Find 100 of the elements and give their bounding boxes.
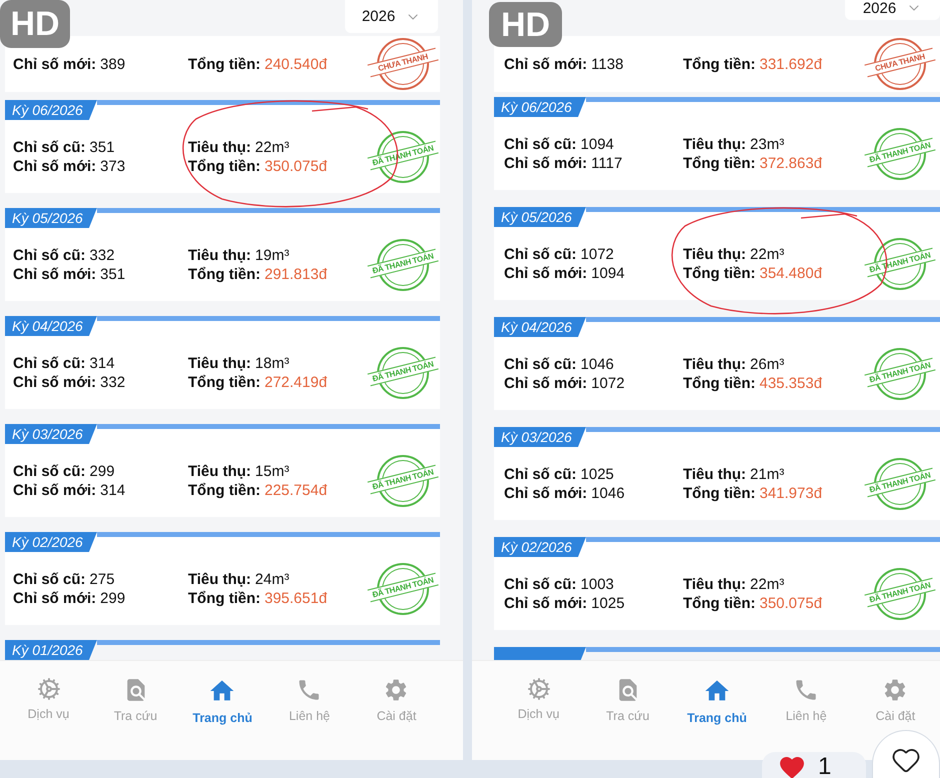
field-label: Chỉ số mới: (13, 54, 96, 74)
year-select[interactable]: 2026 (845, 0, 940, 20)
period-tag: Kỳ 05/2026 (5, 208, 97, 228)
field-label: Tổng tiền: (188, 372, 260, 392)
field-value: 1117 (591, 154, 622, 172)
nav-tab[interactable]: Liên hệ (284, 675, 334, 726)
field-value: 1025 (591, 594, 625, 612)
field-label: Tiêu thụ: (188, 246, 252, 264)
field-label: Tổng tiền: (188, 264, 260, 284)
reaction-pill[interactable]: 1 (762, 752, 866, 778)
stamp-text: ĐÃ THANH TOÁN (864, 357, 936, 387)
field-label: Chỉ số mới: (13, 156, 96, 176)
field-label: Tổng tiền: (188, 156, 260, 176)
field-value: 22m³ (750, 574, 784, 594)
field-value: 372.863đ (759, 154, 822, 172)
stamp-text: CHƯA THANH (367, 48, 439, 78)
field-value: 1094 (580, 134, 614, 154)
field-label: Tổng tiền: (683, 54, 756, 74)
field-label: Chỉ số cũ: (504, 574, 577, 594)
field-label: Chỉ số mới: (13, 264, 96, 284)
field-value: 341.973đ (759, 484, 822, 502)
field-value: 1046 (591, 484, 625, 502)
field-value: 225.754đ (264, 480, 328, 500)
nav-tab[interactable]: Dịch vụ (24, 675, 74, 726)
period-tag: Kỳ 02/2026 (5, 532, 97, 552)
period-tag: Kỳ 04/2026 (5, 316, 97, 336)
nav-tab[interactable]: Dịch vụ (514, 675, 564, 726)
hd-badge: HD (0, 0, 70, 48)
field-value: 389 (100, 54, 126, 74)
period-tag: Kỳ 06/2026 (5, 100, 97, 120)
nav-tab[interactable]: Cài đặt (372, 675, 420, 726)
field-label: Tổng tiền: (683, 374, 756, 392)
field-label: Tiêu thụ: (188, 570, 252, 588)
field-label: Tổng tiền: (188, 480, 260, 500)
field-value: 314 (100, 480, 126, 500)
field-value: 22m³ (255, 138, 290, 156)
stamp-text: ĐÃ THANH TOÁN (367, 572, 439, 602)
stamp-text: ĐÃ THANH TOÁN (367, 464, 439, 494)
field-label: Chỉ số cũ: (13, 354, 86, 372)
nav-tab[interactable]: Liên hệ (782, 675, 831, 726)
field-value: 354.480đ (759, 264, 822, 282)
field-value: 291.813đ (264, 264, 328, 284)
field-label: Chỉ số cũ: (13, 462, 86, 480)
field-value: 22m³ (750, 244, 784, 264)
period-tag: Kỳ 05/2026 (494, 207, 586, 227)
field-value: 19m³ (255, 246, 290, 264)
field-value: 1138 (591, 54, 624, 74)
field-value: 275 (90, 570, 115, 588)
field-value: 1003 (580, 574, 614, 594)
field-label: Chỉ số cũ: (13, 246, 86, 264)
year-select[interactable]: 2026 (345, 0, 438, 33)
field-label: Chỉ số cũ: (504, 354, 577, 374)
field-label: Tổng tiền: (683, 264, 756, 282)
nav-tab[interactable]: Tra cứu (110, 675, 162, 726)
field-label: Tổng tiền: (188, 54, 260, 74)
field-value: 332 (100, 372, 126, 392)
nav-tab[interactable]: Tra cứu (602, 675, 654, 726)
field-label: Chỉ số mới: (13, 480, 96, 500)
field-value: 331.692đ (759, 54, 822, 74)
field-label: Tiêu thụ: (683, 354, 746, 374)
cog-icon (36, 677, 60, 701)
field-value: 350.075đ (264, 156, 328, 176)
nav-tab[interactable]: Cài đặt (872, 675, 920, 726)
hd-badge: HD (489, 2, 562, 47)
field-value: 332 (90, 246, 115, 264)
field-value: 18m³ (255, 354, 290, 372)
stamp-text: ĐÃ THANH TOÁN (367, 356, 439, 386)
field-value: 1072 (591, 374, 625, 392)
period-tag: Kỳ 01/2026 (5, 640, 97, 660)
field-label: Tổng tiền: (683, 594, 756, 612)
field-value: 240.540đ (264, 54, 328, 74)
heart-icon (778, 755, 806, 778)
field-value: 351 (90, 138, 115, 156)
stamp-text: ĐÃ THANH TOÁN (864, 137, 936, 167)
period-tag: Kỳ 03/2026 (5, 424, 97, 444)
field-value: 395.651đ (264, 588, 328, 608)
field-value: 299 (90, 462, 115, 480)
stamp-text: CHƯA THANH (864, 48, 936, 78)
field-value: 1025 (580, 464, 614, 484)
period-tag: Kỳ 02/2026 (494, 537, 586, 557)
nav-tab[interactable]: Trang chủ (683, 675, 751, 726)
field-label: Chỉ số mới: (504, 154, 588, 172)
stamp-text: ĐÃ THANH TOÁN (864, 577, 936, 607)
nav-tab[interactable]: Trang chủ (188, 675, 256, 726)
field-value: 272.419đ (264, 372, 328, 392)
field-value: 351 (100, 264, 126, 284)
field-value: 1046 (580, 354, 614, 374)
field-label: Tiêu thụ: (188, 138, 252, 156)
field-value: 299 (100, 588, 126, 608)
field-value: 1072 (580, 244, 614, 264)
field-label: Tiêu thụ: (188, 462, 252, 480)
field-label: Tổng tiền: (188, 588, 260, 608)
field-value: 314 (90, 354, 115, 372)
field-label: Tiêu thụ: (683, 244, 746, 264)
field-label: Tiêu thụ: (683, 134, 746, 154)
field-value: 1094 (591, 264, 625, 282)
field-label: Chỉ số mới: (13, 588, 96, 608)
stamp-text: ĐÃ THANH TOÁN (367, 140, 439, 170)
field-label: Chỉ số mới: (504, 484, 588, 502)
field-value: 21m³ (750, 464, 784, 484)
